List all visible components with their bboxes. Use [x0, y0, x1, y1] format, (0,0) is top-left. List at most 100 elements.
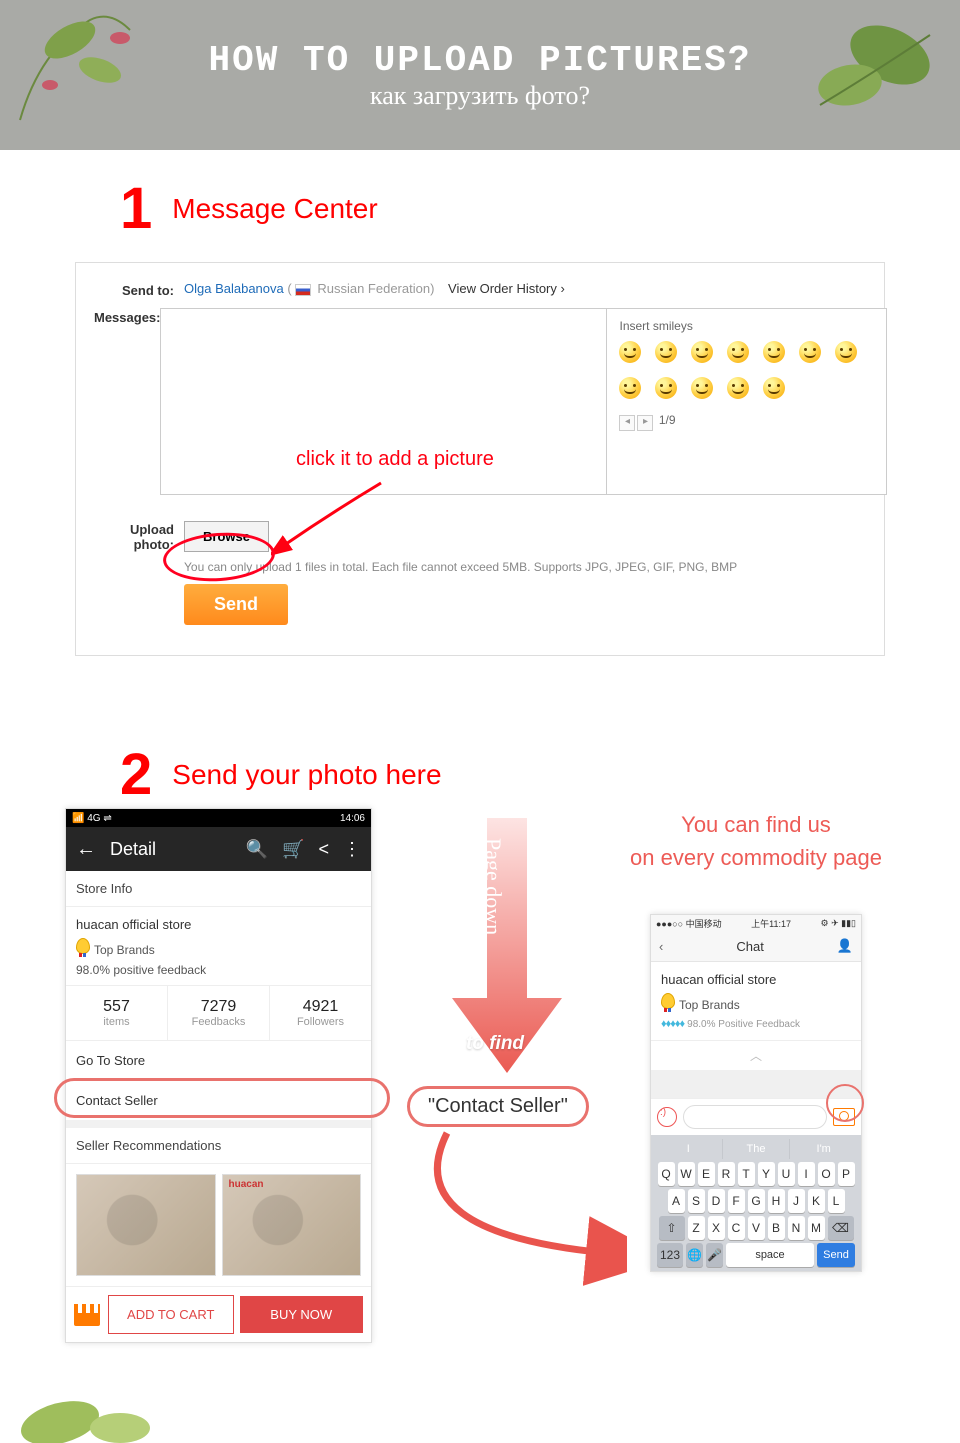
chat-text-input[interactable]	[683, 1105, 827, 1129]
contact-seller-link[interactable]: Contact Seller	[66, 1080, 371, 1120]
key-v[interactable]: V	[748, 1216, 765, 1240]
key-shift[interactable]: ⇧	[659, 1216, 685, 1240]
add-to-cart-button[interactable]: ADD TO CART	[108, 1295, 234, 1334]
keyboard-suggestions: I The I'm	[655, 1139, 857, 1159]
key-e[interactable]: E	[698, 1162, 715, 1186]
profile-icon[interactable]: 👤	[837, 938, 853, 954]
key-m[interactable]: M	[808, 1216, 825, 1240]
chat-input-row	[651, 1098, 861, 1135]
smiley-icon[interactable]	[763, 341, 785, 363]
smiley-icon[interactable]	[655, 341, 677, 363]
key-g[interactable]: G	[748, 1189, 765, 1213]
buy-now-button[interactable]: BUY NOW	[240, 1296, 364, 1333]
view-order-history-link[interactable]: View Order History ›	[448, 281, 565, 296]
go-to-store-link[interactable]: Go To Store	[66, 1040, 371, 1080]
positive-feedback: 98.0% positive feedback	[76, 963, 361, 977]
suggestion[interactable]: The	[722, 1139, 790, 1159]
stat-items[interactable]: 557items	[66, 986, 167, 1040]
smileys-prev-button[interactable]: ◂	[619, 415, 635, 431]
key-y[interactable]: Y	[758, 1162, 775, 1186]
key-h[interactable]: H	[768, 1189, 785, 1213]
key-z[interactable]: Z	[688, 1216, 705, 1240]
key-i[interactable]: I	[798, 1162, 815, 1186]
key-p[interactable]: P	[838, 1162, 855, 1186]
find-us-text: You can find uson every commodity page	[617, 808, 895, 874]
contact-seller-pill: "Contact Seller"	[407, 1086, 589, 1127]
recommendation-item[interactable]	[76, 1174, 216, 1276]
medal-icon	[76, 938, 90, 954]
smiley-icon[interactable]	[727, 341, 749, 363]
key-backspace[interactable]: ⌫	[828, 1216, 854, 1240]
key-t[interactable]: T	[738, 1162, 755, 1186]
android-statusbar: 📶 4G ⇌ 14:06	[66, 809, 371, 827]
key-j[interactable]: J	[788, 1189, 805, 1213]
key-mic[interactable]: 🎤	[706, 1243, 723, 1267]
recipient-link[interactable]: Olga Balabanova	[184, 281, 284, 296]
key-x[interactable]: X	[708, 1216, 725, 1240]
smiley-icon[interactable]	[619, 377, 641, 399]
key-k[interactable]: K	[808, 1189, 825, 1213]
key-globe[interactable]: 🌐	[686, 1243, 703, 1267]
smiley-icon[interactable]	[763, 377, 785, 399]
back-icon[interactable]: ‹	[659, 939, 663, 954]
flag-icon	[295, 284, 311, 296]
step-title: Message Center	[172, 193, 377, 225]
step-1-header: 1 Message Center	[0, 150, 960, 242]
key-s[interactable]: S	[688, 1189, 705, 1213]
key-b[interactable]: B	[768, 1216, 785, 1240]
share-icon[interactable]: <	[318, 839, 329, 860]
store-icon[interactable]	[74, 1304, 100, 1326]
recommendation-item[interactable]: huacan	[222, 1174, 362, 1276]
more-icon[interactable]: ⋮	[343, 839, 361, 860]
step-number: 2	[120, 741, 152, 808]
smiley-icon[interactable]	[691, 377, 713, 399]
emoji-icon[interactable]	[657, 1107, 677, 1127]
smiley-icon[interactable]	[655, 377, 677, 399]
smiley-icon[interactable]	[619, 341, 641, 363]
smiley-icon[interactable]	[799, 341, 821, 363]
key-space[interactable]: space	[726, 1243, 814, 1267]
chat-store-info: huacan official store Top Brands ♦♦♦♦♦ 9…	[651, 962, 861, 1040]
step-2-header: 2 Send your photo here	[0, 716, 960, 808]
search-icon[interactable]: 🔍	[246, 839, 268, 860]
back-icon[interactable]: ←	[76, 838, 96, 861]
store-info-header: Store Info	[66, 871, 371, 907]
smiley-icon[interactable]	[691, 341, 713, 363]
key-c[interactable]: C	[728, 1216, 745, 1240]
key-o[interactable]: O	[818, 1162, 835, 1186]
smiley-icon[interactable]	[835, 341, 857, 363]
step-title: Send your photo here	[172, 759, 441, 791]
smiley-icon[interactable]	[727, 377, 749, 399]
key-123[interactable]: 123	[657, 1243, 683, 1267]
key-d[interactable]: D	[708, 1189, 725, 1213]
key-f[interactable]: F	[728, 1189, 745, 1213]
key-u[interactable]: U	[778, 1162, 795, 1186]
app-titlebar: ← Detail 🔍 🛒 < ⋮	[66, 827, 371, 871]
camera-icon[interactable]	[833, 1108, 855, 1126]
key-q[interactable]: Q	[658, 1162, 675, 1186]
page-down-text: Page down	[480, 838, 506, 935]
cart-icon[interactable]: 🛒	[282, 839, 304, 860]
collapse-toggle[interactable]: ︿	[651, 1040, 861, 1070]
key-w[interactable]: W	[678, 1162, 695, 1186]
browse-button[interactable]: Browse	[184, 521, 269, 552]
stat-feedbacks[interactable]: 7279Feedbacks	[167, 986, 269, 1040]
key-n[interactable]: N	[788, 1216, 805, 1240]
ios-keyboard: I The I'm QWERTYUIOP ASDFGHJKL ⇧ZXCVBNM⌫…	[651, 1135, 861, 1271]
leaf-decoration	[790, 0, 960, 135]
phone-chat: ●●●○○ 中国移动 上午11:17 ⚙ ✈︎ ▮▮▯ ‹ Chat 👤 hua…	[650, 914, 862, 1272]
key-send[interactable]: Send	[817, 1243, 855, 1267]
nav-title: Chat	[736, 939, 763, 954]
key-a[interactable]: A	[668, 1189, 685, 1213]
smileys-pager: ◂▸ 1/9	[619, 413, 874, 431]
key-r[interactable]: R	[718, 1162, 735, 1186]
smileys-next-button[interactable]: ▸	[637, 415, 653, 431]
suggestion[interactable]: I'm	[789, 1139, 857, 1159]
message-center-panel: Send to: Olga Balabanova ( Russian Feder…	[75, 262, 885, 656]
suggestion[interactable]: I	[655, 1139, 722, 1159]
upload-hint: You can only upload 1 files in total. Ea…	[184, 560, 866, 574]
key-l[interactable]: L	[828, 1189, 845, 1213]
stat-followers[interactable]: 4921Followers	[269, 986, 371, 1040]
send-button[interactable]: Send	[184, 584, 288, 625]
ios-statusbar: ●●●○○ 中国移动 上午11:17 ⚙ ✈︎ ▮▮▯	[651, 915, 861, 931]
